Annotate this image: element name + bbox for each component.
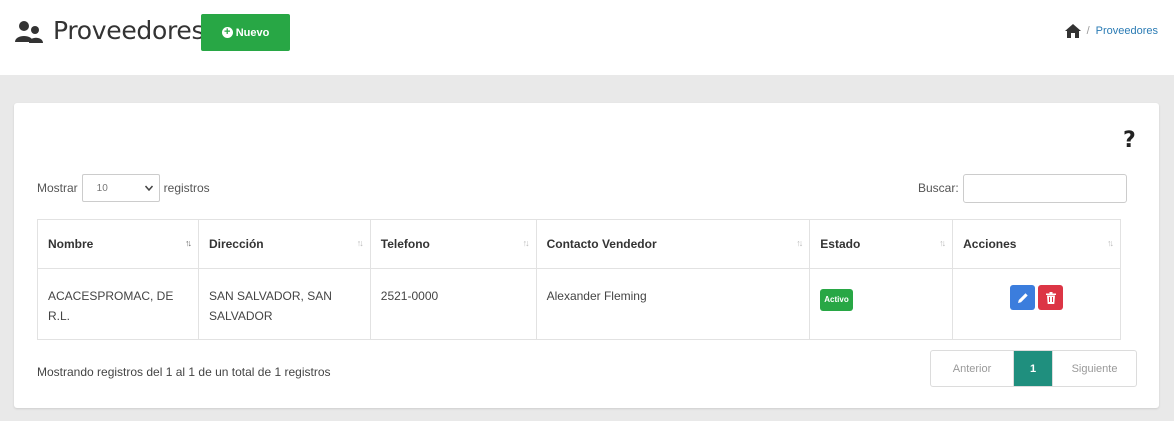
sort-icon: ↑↓	[1107, 238, 1114, 248]
help-icon[interactable]: ?	[1123, 128, 1136, 153]
pagination-page-1[interactable]: 1	[1014, 351, 1052, 386]
column-header-nombre[interactable]: Nombre ↑↓	[37, 219, 199, 269]
pencil-icon	[1017, 292, 1028, 303]
row-actions	[963, 285, 1110, 310]
table-header-row: Nombre ↑↓ Dirección ↑↓ Telefono ↑↓ Conta…	[37, 219, 1121, 269]
cell-telefono: 2521-0000	[369, 268, 537, 340]
cell-direccion: SAN SALVADOR, SAN SALVADOR	[197, 268, 371, 340]
new-button-label: Nuevo	[235, 26, 270, 39]
home-icon[interactable]	[1064, 24, 1081, 38]
length-select-value: 10	[96, 182, 108, 194]
chevron-down-icon	[144, 185, 153, 191]
search-label: Buscar:	[918, 181, 959, 195]
page-header: Proveedores + Nuevo / Proveedores	[0, 0, 1174, 75]
column-header-contacto[interactable]: Contacto Vendedor ↑↓	[535, 219, 811, 269]
pagination: Anterior 1 Siguiente	[930, 350, 1137, 387]
cell-contacto: Alexander Fleming	[535, 268, 811, 340]
new-button[interactable]: + Nuevo	[201, 14, 290, 51]
breadcrumb: / Proveedores	[1064, 24, 1158, 38]
plus-circle-icon: +	[221, 27, 233, 38]
cell-estado: Activo	[809, 268, 954, 340]
pagination-prev[interactable]: Anterior	[931, 351, 1014, 386]
status-badge: Activo	[820, 289, 853, 311]
search-input[interactable]	[962, 173, 1127, 203]
sort-icon: ↑↓	[356, 238, 364, 248]
column-header-acciones[interactable]: Acciones ↑↓	[952, 219, 1121, 269]
column-header-direccion[interactable]: Dirección ↑↓	[197, 219, 371, 269]
search-control: Buscar:	[918, 173, 1127, 203]
sort-icon: ↑↓	[522, 238, 530, 248]
sort-asc-icon: ↑↓	[184, 238, 192, 248]
column-header-estado[interactable]: Estado ↑↓	[809, 219, 954, 269]
breadcrumb-current: Proveedores	[1095, 25, 1158, 37]
cell-nombre: ACACESPROMAC, DE R.L.	[37, 268, 199, 340]
length-prefix: Mostrar	[37, 181, 78, 195]
column-header-telefono[interactable]: Telefono ↑↓	[369, 219, 537, 269]
pagination-next[interactable]: Siguiente	[1052, 351, 1136, 386]
table-row: ACACESPROMAC, DE R.L. SAN SALVADOR, SAN …	[37, 268, 1121, 340]
length-suffix: registros	[163, 181, 210, 195]
breadcrumb-separator: /	[1086, 25, 1090, 37]
delete-button[interactable]	[1038, 285, 1064, 310]
users-icon	[15, 21, 43, 43]
table-info: Mostrando registros del 1 al 1 de un tot…	[37, 365, 331, 379]
length-control: Mostrar 10 registros	[37, 174, 210, 202]
suppliers-table: Nombre ↑↓ Dirección ↑↓ Telefono ↑↓ Conta…	[37, 219, 1121, 340]
cell-acciones	[952, 268, 1121, 340]
sort-icon: ↑↓	[939, 238, 946, 248]
page-title: Proveedores	[53, 16, 205, 45]
trash-icon	[1045, 291, 1056, 304]
edit-button[interactable]	[1010, 285, 1036, 310]
length-select[interactable]: 10	[81, 174, 160, 202]
sort-icon: ↑↓	[796, 238, 803, 248]
